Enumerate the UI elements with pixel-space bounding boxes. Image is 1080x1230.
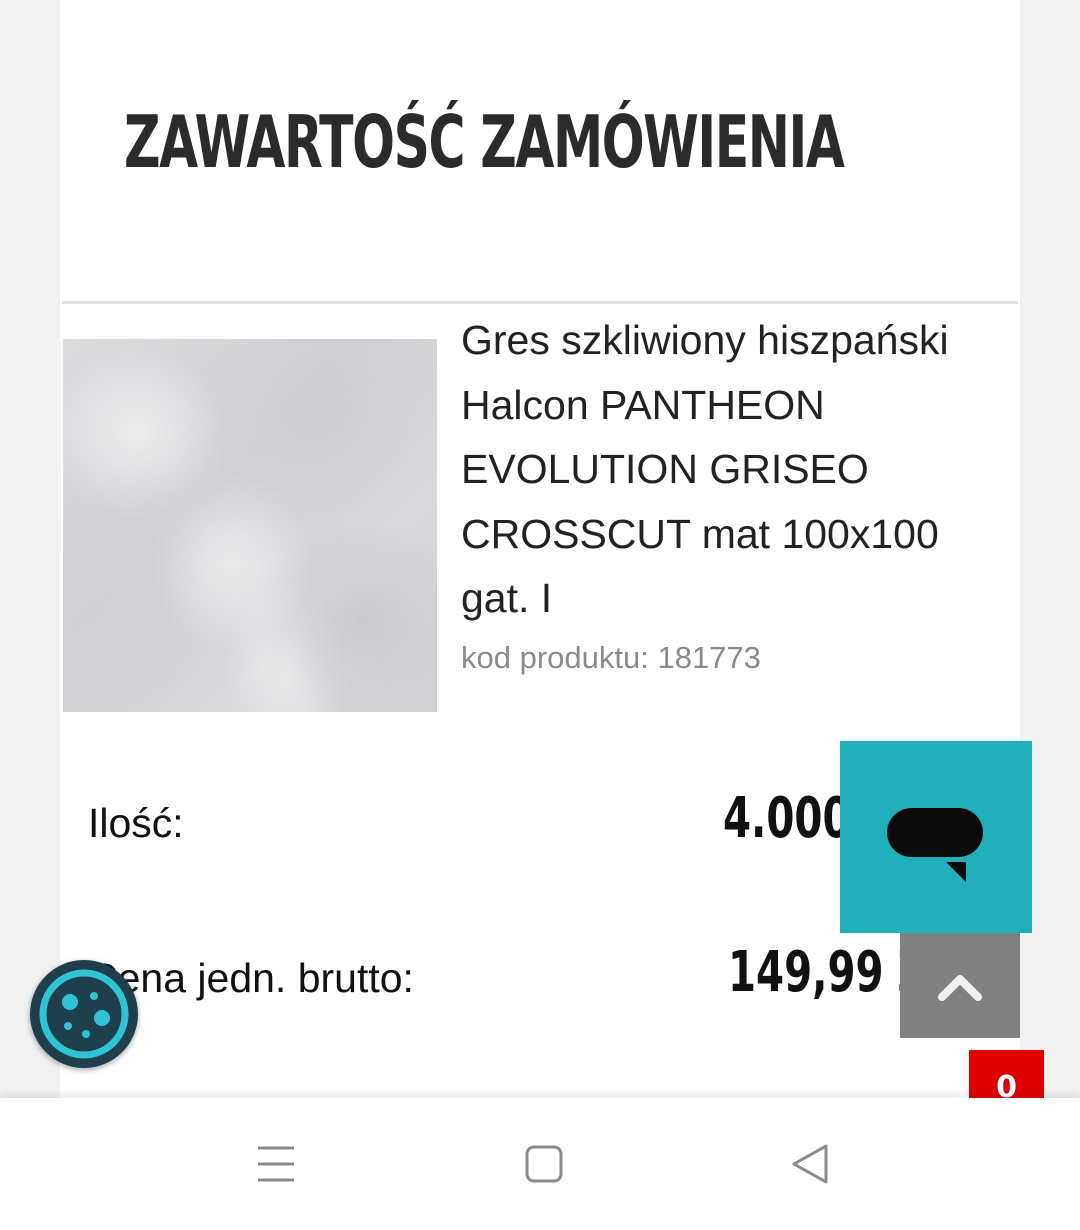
nav-menu-button[interactable] <box>216 1098 336 1230</box>
product-name[interactable]: Gres szkliwiony hiszpański Halcon PANTHE… <box>461 308 1011 631</box>
divider <box>62 301 1018 304</box>
chat-bubble-tail <box>946 862 966 882</box>
product-thumbnail[interactable] <box>63 339 437 712</box>
nav-back-button[interactable] <box>750 1098 870 1230</box>
quantity-value: 4.000 <box>723 786 851 851</box>
back-triangle-icon <box>792 1144 828 1184</box>
order-summary-card: ZAWARTOŚĆ ZAMÓWIENIA Gres szkliwiony his… <box>60 0 1020 1100</box>
product-code: kod produktu: 181773 <box>461 640 761 675</box>
scroll-to-top-button[interactable] <box>900 933 1020 1038</box>
chat-bubble-icon <box>887 808 983 857</box>
page-title: ZAWARTOŚĆ ZAMÓWIENIA <box>124 100 845 184</box>
cookie-settings-button[interactable] <box>30 960 138 1068</box>
menu-icon <box>258 1146 294 1182</box>
cookie-icon <box>36 966 132 1062</box>
system-navigation-bar <box>0 1098 1080 1230</box>
chevron-up-icon <box>938 975 982 1001</box>
quantity-label: Ilość: <box>88 800 184 846</box>
nav-home-button[interactable] <box>484 1098 604 1230</box>
home-square-icon <box>525 1145 563 1183</box>
cart-count-badge[interactable]: 0 <box>969 1050 1044 1102</box>
